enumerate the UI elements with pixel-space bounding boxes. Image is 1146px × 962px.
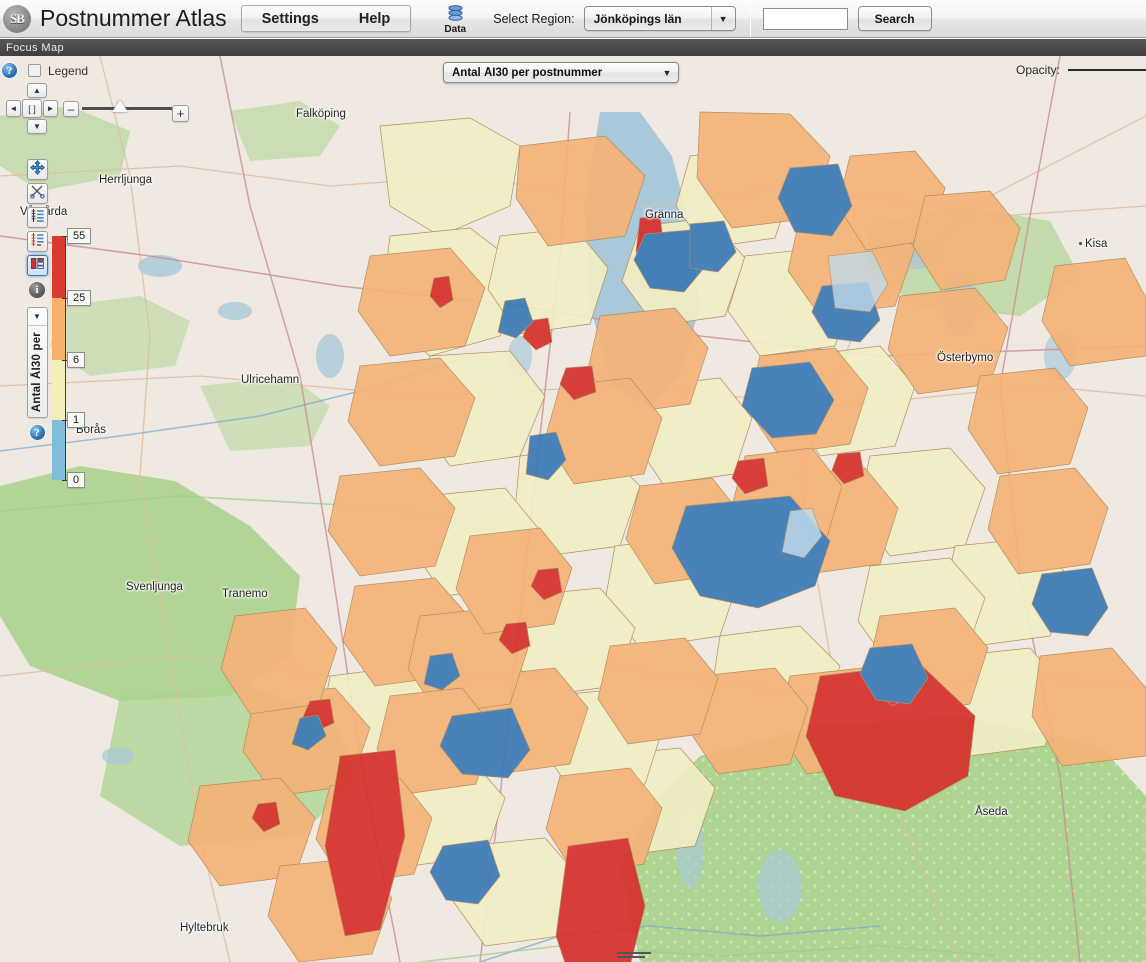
pan-up-button[interactable]: ▲ [27,83,47,98]
opacity-label: Opacity: [1015,63,1060,77]
city-label: Tranemo [222,588,268,600]
color-scale-tick: 0 [62,472,86,488]
color-scale-tick: 1 [62,412,86,428]
variable-select-value: Antal ÅI30 per postnummer [452,66,603,79]
classify-tool[interactable] [26,207,48,228]
tick-label: 55 [67,228,92,244]
legend-axis-title: Antal ÅI30 per [31,332,43,413]
legend-checkbox[interactable] [28,64,41,77]
legend-color-scale: 55 25 6 1 0 [52,228,92,488]
four-arrows-icon [29,159,45,180]
reclassify-tool[interactable] [26,231,48,252]
opacity-slider[interactable] [1068,65,1146,75]
city-label: Österbymo [937,352,994,364]
data-button[interactable]: Data [433,3,477,35]
chevron-down-icon: ▼ [662,67,672,78]
scale-bar-line [617,952,651,954]
color-legend-tool[interactable] [26,255,48,276]
city-label: Herrljunga [99,174,153,186]
region-select[interactable]: Jönköpings län ▼ [583,6,736,31]
color-scale-class-1[interactable] [52,298,66,360]
color-scale-class-0[interactable] [52,236,66,298]
zoom-extent-button[interactable]: [ ] [22,99,42,118]
color-scale-class-3[interactable] [52,420,66,480]
city-label: Kisa [1085,238,1108,250]
city-label: Hyltebruk [180,922,229,934]
map-viewport[interactable]: FalköpingGrännaKisaHerrljungaVårgårdaUlr… [0,56,1146,962]
app-header: SB Postnummer Atlas Settings Help Data S… [0,0,1146,38]
legend-checkbox-label: Legend [48,63,89,78]
selection-tool[interactable] [26,183,48,204]
variable-select[interactable]: Antal ÅI30 per postnummer ▼ [443,62,679,83]
legend-help-button[interactable]: ? [27,422,48,443]
map-tool-column: i ▼ Antal ÅI30 per ? [26,159,48,446]
legend-toggle-row: ? Legend [2,63,88,78]
focus-map-title: Focus Map [6,41,65,54]
color-scale-class-2[interactable] [52,360,66,420]
help-button[interactable]: Help [339,6,410,31]
opacity-control[interactable]: Opacity: [1016,63,1146,77]
color-scale-tick: 6 [62,352,86,368]
question-mark-icon: ? [29,425,45,441]
city-marker-dot [1079,242,1082,245]
color-swatch-icon [30,256,45,276]
info-tool[interactable]: i [27,279,48,300]
city-label: Åseda [975,806,1008,818]
city-label: Ulricehamn [241,374,300,386]
header-divider [749,0,751,37]
data-button-label: Data [444,23,467,35]
city-label: Falköping [296,108,346,120]
page-title: Postnummer Atlas [40,5,227,31]
legend-panel: ▼ Antal ÅI30 per [26,307,48,419]
pan-right-button[interactable]: ► [43,100,58,117]
question-mark-icon[interactable]: ? [2,63,17,78]
database-icon [447,3,464,23]
focus-map-titlebar: Focus Map [0,39,1146,56]
brand-logo: SB [3,4,31,33]
ruler-levels-red-icon [30,232,45,252]
scissors-pin-icon [29,184,45,204]
region-select-value: Jönköpings län [593,11,682,26]
info-circle-icon: i [29,281,45,298]
ruler-levels-icon [30,208,45,228]
zoom-slider-track[interactable] [82,107,182,110]
zoom-slider-handle[interactable] [112,100,128,112]
pan-left-button[interactable]: ◄ [6,100,21,117]
city-label: Svenljunga [126,581,183,593]
map-base-layer [0,56,1146,962]
map-scale-bar [617,952,651,958]
main-menu: Settings Help [240,5,412,32]
search-button[interactable]: Search [857,6,932,31]
tick-label: 25 [67,290,92,306]
pan-down-button[interactable]: ▼ [27,119,47,134]
scale-bar-line [617,956,645,958]
zoom-in-button[interactable]: + [172,105,189,122]
tick-label: 6 [67,352,86,368]
zoom-out-button[interactable]: – [63,100,79,117]
tick-label: 1 [67,412,86,428]
pan-zoom-controls: ▲ ◄ [ ] ► – ▼ [6,83,79,134]
settings-button[interactable]: Settings [242,6,339,31]
color-scale-tick: 25 [62,290,92,306]
triangle-right-icon[interactable]: ▼ [27,308,47,326]
city-label: Gränna [645,209,684,221]
pan-tool[interactable] [26,159,48,180]
chevron-down-icon: ▼ [710,7,735,30]
tick-label: 0 [67,472,86,488]
region-select-label: Select Region: [493,11,575,26]
search-input[interactable] [762,7,848,30]
opacity-slider-track [1068,69,1146,71]
color-scale-tick: 55 [62,228,92,244]
